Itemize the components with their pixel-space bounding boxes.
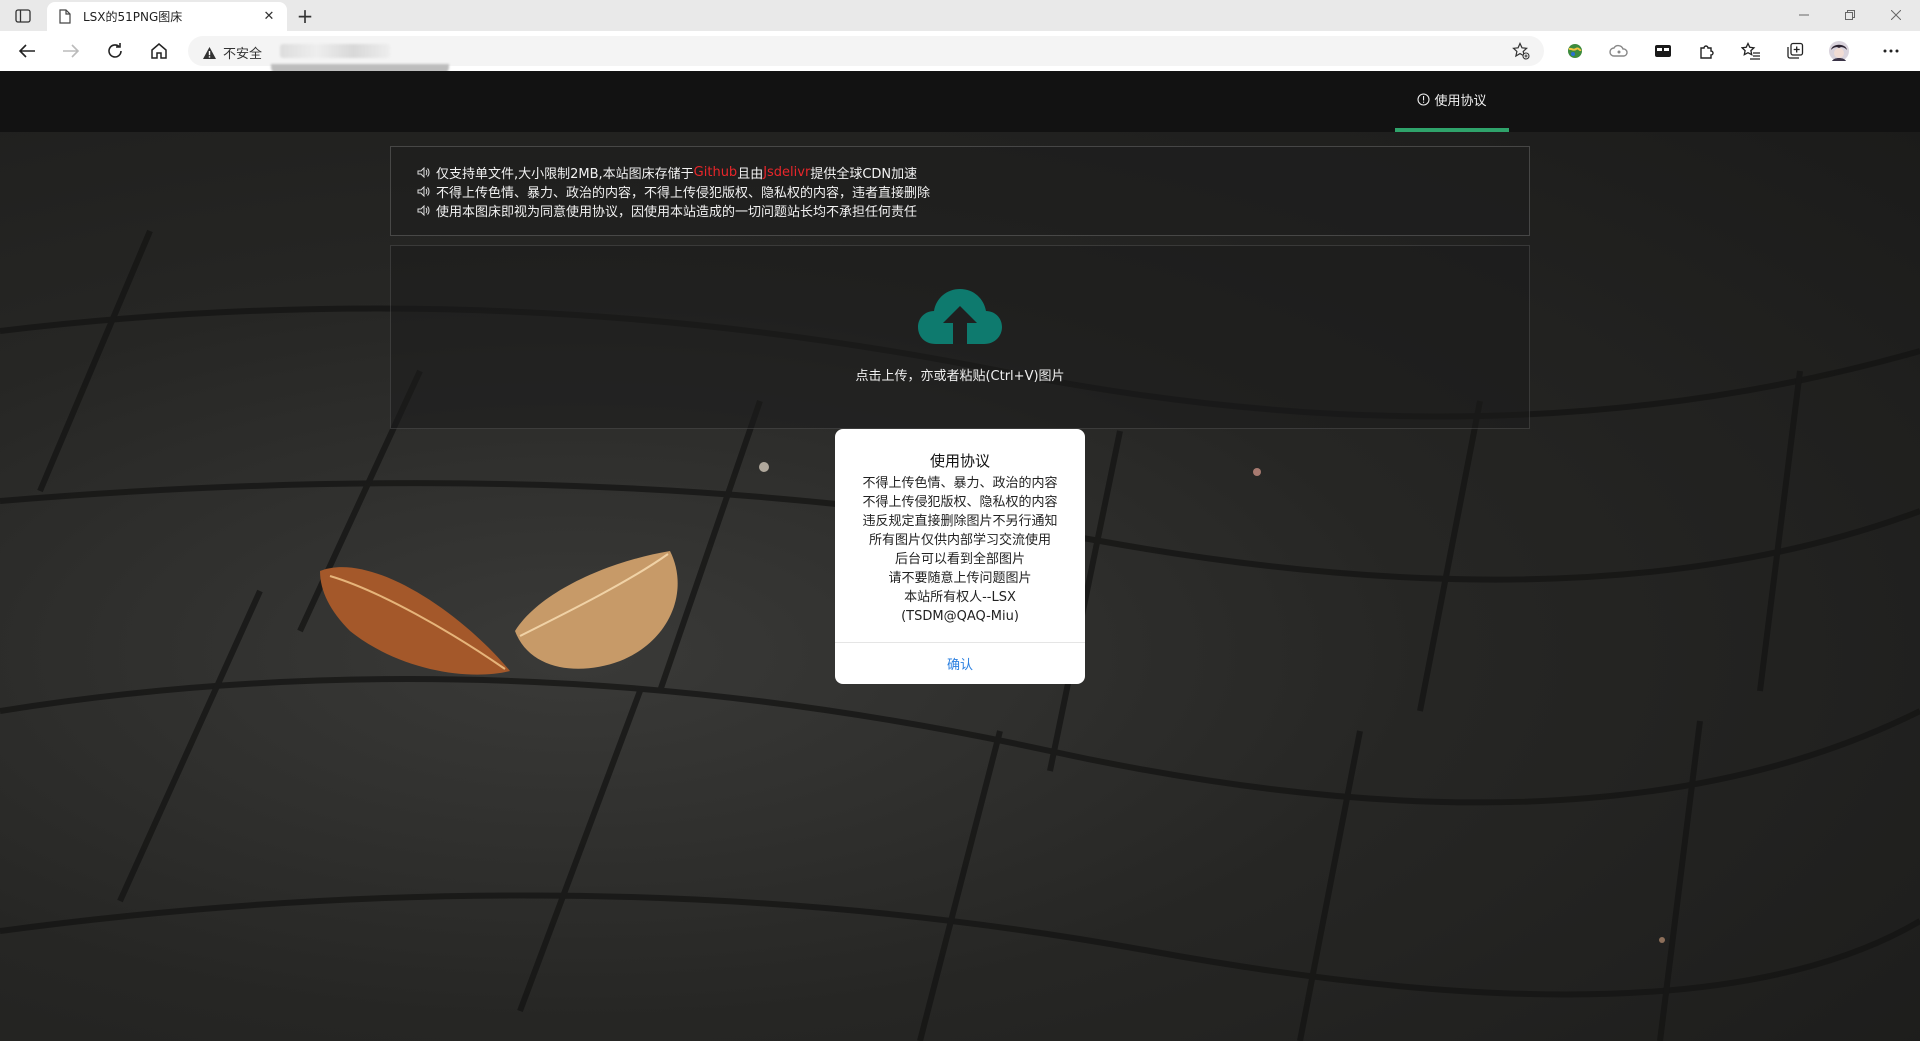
home-icon [151,43,167,59]
notice-line: 使用本图床即视为同意使用协议，因使用本站造成的一切问题站长均不承担任何责任 [417,201,1529,220]
notice-text-part: 且由 [737,167,764,182]
dialog-line: 违反规定直接删除图片不另行通知 [862,514,1058,529]
nav-usage-agreement-label: 使用协议 [1434,94,1487,109]
tab-strip: LSX的51PNG图床 ✕ + [0,0,1920,31]
more-dots-icon [1883,49,1899,53]
dialog-line: 后台可以看到全部图片 [894,552,1025,567]
security-indicator[interactable]: 不安全 [202,43,262,62]
extension-globe-button[interactable] [1561,38,1589,64]
minimize-icon [1799,14,1809,16]
upload-dropzone[interactable]: 点击上传，亦或者粘贴(Ctrl+V)图片 [390,245,1530,429]
browser-toolbar: 不安全 [0,31,1920,75]
tab-close-icon[interactable]: ✕ [261,9,277,25]
dialog-line: 不得上传色情、暴力、政治的内容 [862,476,1058,491]
notice-line: 仅支持单文件,大小限制2MB,本站图床存储于 Github 且由 Jsdelivr 提供… [417,163,1529,182]
restore-button[interactable] [1836,5,1864,25]
agreement-dialog: 使用协议 不得上传色情、暴力、政治的内容 不得上传侵犯版权、隐私权的内容 违反规… [835,429,1085,684]
profile-button[interactable] [1825,38,1853,64]
favorites-button[interactable] [1737,38,1765,64]
nav-usage-agreement[interactable]: 使用协议 [1395,71,1509,132]
dialog-title: 使用协议 [929,452,990,470]
extension-cloud-button[interactable] [1605,38,1633,64]
minimize-button[interactable] [1790,5,1818,25]
back-button[interactable] [13,38,41,64]
collections-button[interactable] [1781,38,1809,64]
extension-tablet-button[interactable] [1649,38,1677,64]
dialog-line: 不得上传侵犯版权、隐私权的内容 [862,495,1058,510]
warning-icon [203,46,216,59]
forward-arrow-icon [63,44,80,58]
refresh-button[interactable] [101,38,129,64]
speaker-icon [417,186,431,197]
confirm-button[interactable]: 确认 [835,643,1085,684]
upload-hint: 点击上传，亦或者粘贴(Ctrl+V)图片 [855,369,1065,384]
notice-text: 不得上传色情、暴力、政治的内容，不得上传侵犯版权、隐私权的内容，违者直接删除 [436,186,931,201]
speaker-icon [417,205,431,216]
notice-text-part: 仅支持单文件,大小限制2MB,本站图床存储于 [436,167,694,182]
notice-text-part: 提供全球CDN加速 [810,167,918,182]
puzzle-icon [1700,45,1714,59]
notice-line: 不得上传色情、暴力、政治的内容，不得上传侵犯版权、隐私权的内容，违者直接删除 [417,182,1529,201]
dialog-body: 不得上传色情、暴力、政治的内容 不得上传侵犯版权、隐私权的内容 违反规定直接删除… [835,474,1085,626]
address-bar[interactable]: 不安全 [188,36,1544,75]
home-button[interactable] [145,38,173,64]
speaker-icon [417,167,431,178]
tab-title: LSX的51PNG图床 [83,10,183,24]
jsdelivr-highlight: Jsdelivr [763,165,811,180]
page-content: 使用协议 仅支持单文件,大小限制2MB,本站图床存储于 Github 且由 Jsdel… [0,71,1920,1041]
leaf-decoration [320,551,678,675]
dialog-line: 请不要随意上传问题图片 [888,571,1032,586]
extensions-button[interactable] [1693,38,1721,64]
dialog-line: 所有图片仅供内部学习交流使用 [868,533,1051,548]
notice-text: 使用本图床即视为同意使用协议，因使用本站造成的一切问题站长均不承担任何责任 [436,205,918,220]
globe-extension-icon [1568,44,1582,58]
close-icon [1891,10,1901,20]
settings-more-button[interactable] [1877,38,1905,64]
top-navbar: 使用协议 [0,71,1920,132]
collections-icon [1787,42,1804,59]
new-tab-button[interactable]: + [293,4,317,28]
notice-panel: 仅支持单文件,大小限制2MB,本站图床存储于 Github 且由 Jsdelivr 提供… [390,146,1530,236]
favorites-list-icon [1741,42,1760,60]
tab-actions-icon [15,9,31,23]
star-add-icon [1512,42,1530,60]
url-text-redacted [280,44,390,58]
github-highlight: Github [693,165,738,180]
dialog-line: (TSDM@QAQ-Miu) [901,609,1019,624]
cloud-upload-icon [918,289,1002,344]
restore-icon [1845,10,1855,20]
page-icon [57,9,73,25]
cloud-extension-icon [1609,44,1628,57]
close-window-button[interactable] [1882,5,1910,25]
browser-tab-active[interactable]: LSX的51PNG图床 ✕ [47,2,287,31]
tablet-extension-icon [1655,45,1671,57]
info-icon [1417,93,1431,106]
dialog-line: 本站所有权人--LSX [904,590,1016,605]
avatar [1829,41,1849,61]
forward-button[interactable] [57,38,85,64]
refresh-icon [108,43,122,58]
back-arrow-icon [18,44,35,58]
add-favorite-button[interactable] [1510,40,1532,62]
tab-actions-button[interactable] [12,6,34,26]
security-label: 不安全 [223,47,263,62]
